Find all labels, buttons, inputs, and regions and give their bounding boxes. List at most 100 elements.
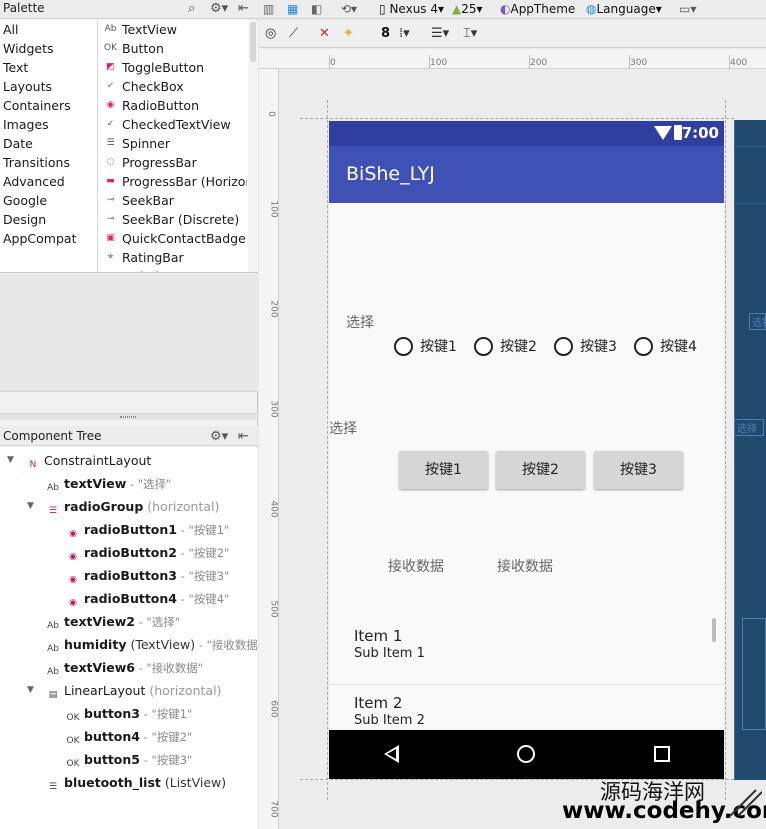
guidelines-icon[interactable]: ⌶▾ <box>463 24 477 44</box>
tree-node[interactable]: Ab textView2 - "选择" <box>46 610 180 633</box>
api-selector[interactable]: ▲25▾ <box>452 0 483 19</box>
blueprint-view-icon[interactable]: ▦ <box>287 0 298 19</box>
align-icon[interactable]: ☰▾ <box>431 24 449 44</box>
palette-category-all[interactable]: All <box>0 20 97 39</box>
tree-node[interactable]: ◉ radioButton2 - "按键2" <box>66 541 229 564</box>
palette-widget-item[interactable]: ⊸ SeekBar <box>101 191 247 210</box>
autoconnect-icon[interactable]: ⟋ <box>289 24 298 44</box>
palette-category-layouts[interactable]: Layouts <box>0 77 97 96</box>
button-icon: OK <box>66 736 80 746</box>
list-scrollbar[interactable] <box>712 618 716 642</box>
tree-node[interactable]: ▤ LinearLayout (horizontal) <box>46 679 222 702</box>
palette-widget-item[interactable]: ◩ ToggleButton <box>101 58 247 77</box>
radio-button-2[interactable]: 按键2 <box>474 335 537 359</box>
tree-node-desc: - "按键2" <box>139 730 193 744</box>
language-selector[interactable]: ◍Language▾ <box>586 0 662 19</box>
list-item[interactable]: Item 2 Sub Item 2 <box>354 694 425 730</box>
device-selector[interactable]: ▯ Nexus 4▾ <box>379 0 444 19</box>
palette-widget-item[interactable]: ✔ CheckBox <box>101 77 247 96</box>
clear-constraints-icon[interactable]: ✕ <box>319 24 330 44</box>
gear-icon[interactable]: ⚙▾ <box>210 428 228 445</box>
tree-node[interactable]: Ab humidity (TextView) - "接收数据" <box>46 633 263 656</box>
hide-panel-icon[interactable]: ⇤ <box>238 428 249 445</box>
blueprint-listview[interactable] <box>742 618 766 730</box>
splitter-grip[interactable] <box>120 416 136 418</box>
palette-widget-item[interactable]: ⊖ Switch <box>101 267 247 272</box>
hide-panel-icon[interactable]: ⇤ <box>238 0 249 17</box>
tree-node[interactable]: OK button3 - "按键1" <box>66 702 193 725</box>
humidity-textview[interactable]: 接收数据 <box>388 556 444 576</box>
infer-constraints-icon[interactable]: ✦ <box>343 24 354 44</box>
palette-category-images[interactable]: Images <box>0 115 97 134</box>
palette-scrollbar-thumb[interactable] <box>250 22 256 62</box>
palette-category-text[interactable]: Text <box>0 58 97 77</box>
gear-icon[interactable]: ⚙▾ <box>210 0 228 17</box>
navigation-bar <box>329 730 724 779</box>
button-2[interactable]: 按键2 <box>496 451 585 489</box>
app-bar[interactable]: BiShe_LYJ <box>329 146 724 203</box>
radio-button-1[interactable]: 按键1 <box>394 335 457 359</box>
recent-apps-icon[interactable] <box>654 746 670 762</box>
panel-splitter[interactable] <box>0 413 258 420</box>
palette-widget-item[interactable]: OK Button <box>101 39 247 58</box>
radio-button-4[interactable]: 按键4 <box>634 335 697 359</box>
tree-node[interactable]: OK button5 - "按键3" <box>66 748 193 771</box>
tree-node[interactable]: ☰ bluetooth_list (ListView) <box>46 771 226 794</box>
expand-chevron-icon[interactable]: ▼ <box>27 495 37 518</box>
palette-widget-item[interactable]: ◉ RadioButton <box>101 96 247 115</box>
show-constraints-icon[interactable]: ◎ <box>265 24 276 44</box>
button-1[interactable]: 按键1 <box>399 451 488 489</box>
default-margin[interactable]: 8 <box>381 24 390 44</box>
palette-category-date[interactable]: Date <box>0 134 97 153</box>
list-item[interactable]: Item 1 Sub Item 1 <box>354 627 425 663</box>
radio-button-3[interactable]: 按键3 <box>554 335 617 359</box>
tree-node[interactable]: Ab textView - "选择" <box>46 472 171 495</box>
palette-widget-item[interactable]: ▬ ProgressBar (Horizon <box>101 172 247 191</box>
expand-chevron-icon[interactable]: ▼ <box>7 449 17 472</box>
textview2-select-label[interactable]: 选择 <box>329 418 357 438</box>
tree-node[interactable]: Ab textView6 - "接收数据" <box>46 656 203 679</box>
palette-widget-item[interactable]: Ab TextView <box>101 20 247 39</box>
palette-category-containers[interactable]: Containers <box>0 96 97 115</box>
theme-selector[interactable]: ◐AppTheme <box>500 0 575 19</box>
tree-node[interactable]: ◉ radioButton3 - "按键3" <box>66 564 229 587</box>
orientation-icon[interactable]: ⟲▾ <box>341 0 357 19</box>
palette-category-google[interactable]: Google <box>0 191 97 210</box>
home-icon[interactable] <box>517 745 535 763</box>
ruler-label: 200 <box>268 300 279 318</box>
palette-category-transitions[interactable]: Transitions <box>0 153 97 172</box>
palette-category-advanced[interactable]: Advanced <box>0 172 97 191</box>
palette-widget-item[interactable]: ▣ QuickContactBadge <box>101 229 247 248</box>
pack-icon[interactable]: ⁞▾ <box>399 24 410 44</box>
tree-node[interactable]: ☰ radioGroup (horizontal) <box>46 495 219 518</box>
textview6[interactable]: 接收数据 <box>497 556 553 576</box>
split-view-icon[interactable]: ◧ <box>311 0 322 19</box>
palette-category-widgets[interactable]: Widgets <box>0 39 97 58</box>
tree-node[interactable]: N ConstraintLayout <box>26 449 152 472</box>
blueprint-label[interactable]: 选择 <box>734 419 764 436</box>
tree-node-type: (horizontal) <box>145 683 222 698</box>
tree-node-name: humidity <box>64 637 127 652</box>
design-view-icon[interactable]: ▥ <box>263 0 274 19</box>
button-3[interactable]: 按键3 <box>594 451 683 489</box>
tree-node-name: ConstraintLayout <box>44 453 152 468</box>
palette-widget-item[interactable]: ★ RatingBar <box>101 248 247 267</box>
tree-node[interactable]: OK button4 - "按键2" <box>66 725 193 748</box>
palette-widget-item[interactable]: ✓ CheckedTextView <box>101 115 247 134</box>
search-icon[interactable]: ⌕ <box>188 0 195 17</box>
palette-widget-item[interactable]: ☰ Spinner <box>101 134 247 153</box>
button-icon: OK <box>104 43 117 53</box>
textview-select-label[interactable]: 选择 <box>346 312 374 332</box>
palette-widget-item[interactable]: ⊸ SeekBar (Discrete) <box>101 210 247 229</box>
tree-node[interactable]: ◉ radioButton4 - "按键4" <box>66 587 229 610</box>
blueprint-label[interactable]: 选择 <box>749 313 766 330</box>
expand-chevron-icon[interactable]: ▼ <box>27 679 37 702</box>
tree-node[interactable]: ◉ radioButton1 - "按键1" <box>66 518 229 541</box>
palette-category-appcompat[interactable]: AppCompat <box>0 229 97 248</box>
editor-toolbar: ▥ ▦ ◧ ⟲▾ ▯ Nexus 4▾ ▲25▾ ◐AppTheme ◍Lang… <box>259 0 766 19</box>
list-item-subtitle: Sub Item 1 <box>354 646 425 661</box>
palette-category-design[interactable]: Design <box>0 210 97 229</box>
palette-widget-item[interactable]: ◌ ProgressBar <box>101 153 247 172</box>
tree-node-desc: - "按键1" <box>176 523 230 537</box>
layout-variants-icon[interactable]: ▭▾ <box>679 0 696 19</box>
